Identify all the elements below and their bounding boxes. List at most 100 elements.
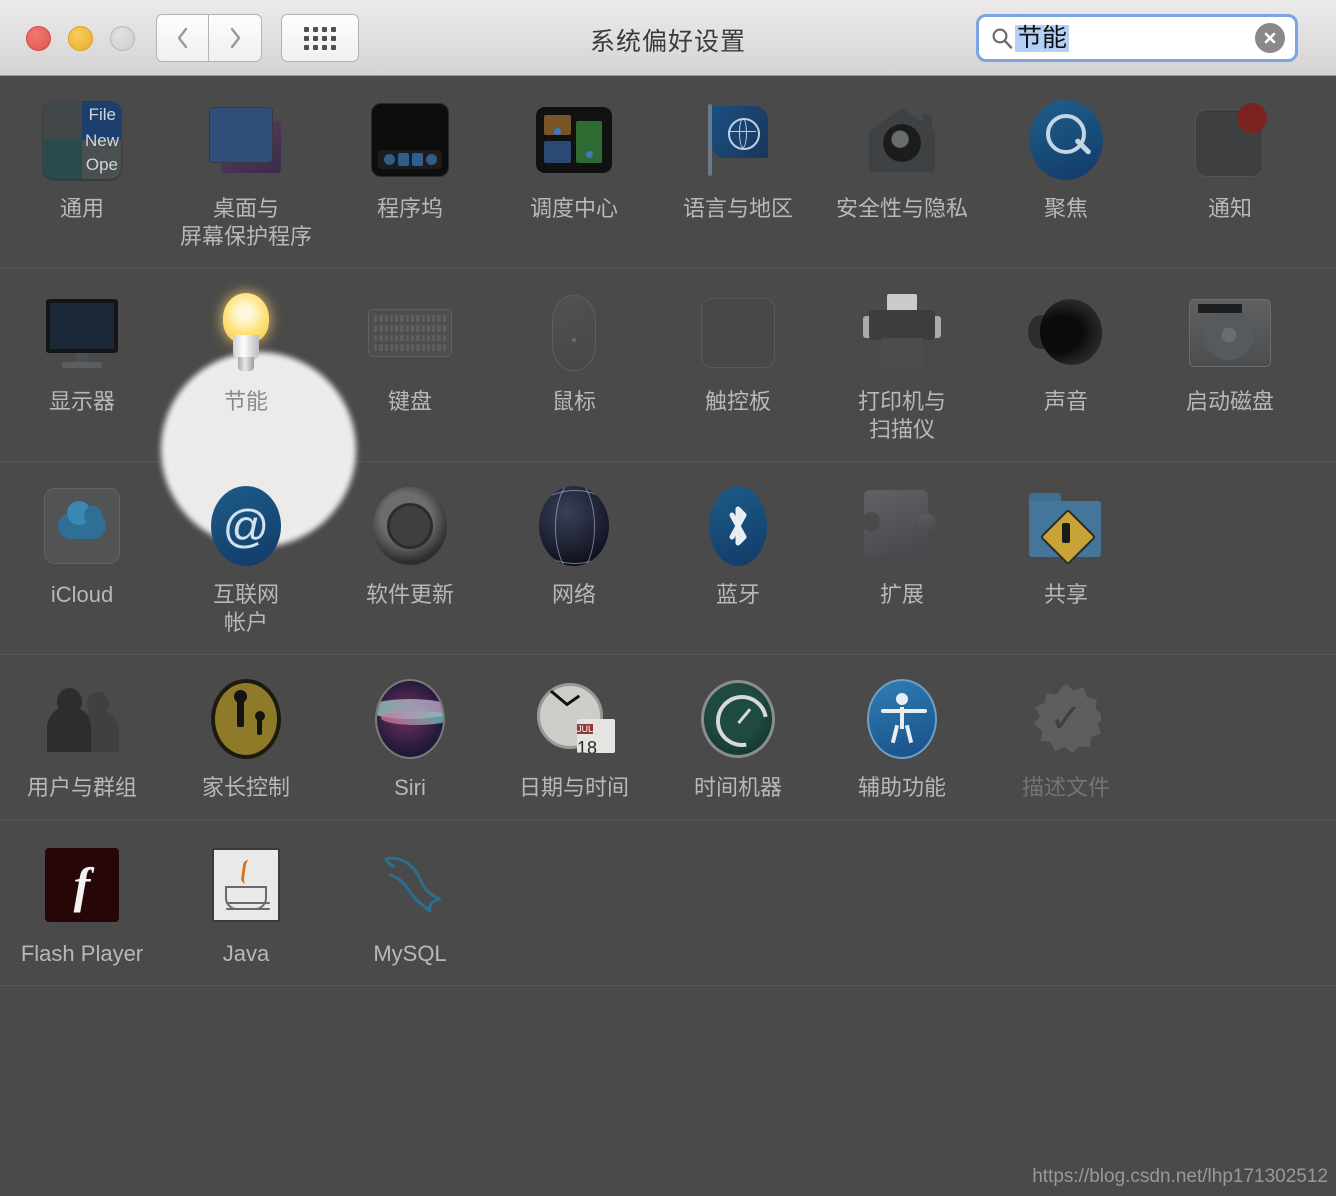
pane-icloud[interactable]: iCloud [0,484,164,636]
pane-date-time[interactable]: JUL 18 日期与时间 [492,677,656,802]
pane-sharing[interactable]: 共享 [984,484,1148,636]
pane-label: iCloud [50,582,114,607]
printers-scanners-icon [860,291,944,375]
pane-label: 软件更新 [365,582,454,607]
pane-flash-player[interactable]: f Flash Player [0,843,164,968]
pane-label: 节能 [223,389,268,414]
pane-java[interactable]: Java [164,843,328,968]
pane-label: 用户与群组 [26,775,137,800]
pane-row-items: iCloud @ 互联网 帐户 软件更新 网络 蓝牙 扩展 共享 [0,462,1336,654]
pane-users-groups[interactable]: 用户与群组 [0,677,164,802]
pane-time-machine[interactable]: 时间机器 [656,677,820,802]
pane-dock[interactable]: 程序坞 [328,98,492,250]
pane-printers-scanners[interactable]: 打印机与 扫描仪 [820,291,984,443]
displays-icon [40,291,124,375]
notification-badge [1237,103,1267,133]
clear-search-button[interactable] [1255,23,1285,53]
pane-software-update[interactable]: 软件更新 [328,484,492,636]
pane-label: 互联网 帐户 [212,582,279,635]
pane-security-privacy[interactable]: 安全性与隐私 [820,98,984,250]
system-preferences-window: 系统偏好设置 节能 File New Ope 通用 桌面与 屏幕保护程序 程序坞… [0,0,1336,1196]
calendar-month: JUL [577,724,594,734]
pane-siri[interactable]: Siri [328,677,492,802]
pane-label: 描述文件 [1021,775,1110,800]
pane-label: 共享 [1043,582,1088,607]
pane-row-items: 用户与群组 家长控制 Siri JUL 18 日期与时间 时间机器 辅助功能 ✓… [0,655,1336,820]
pane-label: MySQL [373,940,447,966]
pane-startup-disk[interactable]: 启动磁盘 [1148,291,1312,443]
pane-spotlight[interactable]: 聚焦 [984,98,1148,250]
extensions-icon [860,484,944,568]
pane-mission-control[interactable]: 调度中心 [492,98,656,250]
startup-disk-icon [1188,291,1272,375]
internet-accounts-icon: @ [204,484,288,568]
sound-icon [1024,291,1109,375]
pane-row-items: f Flash Player Java MySQL [0,821,1336,986]
pane-label: 程序坞 [376,196,443,221]
notifications-icon [1188,98,1272,182]
pane-label: 显示器 [48,389,115,414]
pane-label: 辅助功能 [857,775,946,800]
pane-bluetooth[interactable]: 蓝牙 [656,484,820,636]
pane-energy-saver[interactable]: 节能 [164,291,328,443]
mouse-icon [532,291,616,375]
desktop-screensaver-icon [204,98,288,182]
flash-player-icon: f [40,843,124,927]
profiles-icon: ✓ [1024,677,1108,761]
accessibility-icon [860,677,944,761]
siri-icon [368,677,452,761]
users-groups-icon [40,677,124,761]
pane-desktop-screensaver[interactable]: 桌面与 屏幕保护程序 [164,98,328,250]
pane-label: 通知 [1207,196,1252,221]
pane-row: 用户与群组 家长控制 Siri JUL 18 日期与时间 时间机器 辅助功能 ✓… [0,655,1336,821]
pane-language-region[interactable]: 语言与地区 [656,98,820,250]
search-field[interactable]: 节能 [976,14,1298,62]
trackpad-icon [696,291,780,375]
pane-keyboard[interactable]: 键盘 [328,291,492,443]
date-time-icon: JUL 18 [532,677,616,761]
pane-label: 键盘 [387,389,432,414]
pane-profiles: ✓ 描述文件 [984,677,1148,802]
pane-label: 调度中心 [529,196,618,221]
pane-label: 触控板 [704,389,771,414]
title-bar: 系统偏好设置 节能 [0,0,1336,76]
pane-label: 网络 [551,582,596,607]
watermark-text: https://blog.csdn.net/lhp171302512 [1032,1166,1328,1187]
search-input-value[interactable]: 节能 [1015,24,1070,52]
pane-extensions[interactable]: 扩展 [820,484,984,636]
pane-displays[interactable]: 显示器 [0,291,164,443]
pane-trackpad[interactable]: 触控板 [656,291,820,443]
pane-label: 打印机与 扫描仪 [857,389,946,442]
pane-mysql[interactable]: MySQL [328,843,492,968]
pane-label: 鼠标 [551,389,596,414]
pane-network[interactable]: 网络 [492,484,656,636]
pane-general[interactable]: File New Ope 通用 [0,98,164,250]
pane-label: 启动磁盘 [1185,389,1274,414]
mysql-icon [368,843,452,927]
pane-label: 时间机器 [693,775,782,800]
java-icon [204,843,288,927]
pane-row: File New Ope 通用 桌面与 屏幕保护程序 程序坞 调度中心 语言与地… [0,76,1336,269]
energy-saver-icon [204,291,288,375]
pane-label: 声音 [1043,389,1088,414]
pane-mouse[interactable]: 鼠标 [492,291,656,443]
time-machine-icon [696,677,780,761]
close-icon [1264,32,1276,44]
pane-label: 家长控制 [201,775,290,800]
dock-icon [368,98,452,182]
pane-label: 日期与时间 [518,775,629,800]
general-icon: File New Ope [40,98,124,182]
pane-label: 通用 [59,196,104,221]
preference-panes-area: File New Ope 通用 桌面与 屏幕保护程序 程序坞 调度中心 语言与地… [0,76,1336,1196]
pane-notifications[interactable]: 通知 [1148,98,1312,250]
pane-label: 扩展 [879,582,924,607]
pane-label: Siri [394,775,426,800]
security-privacy-icon [860,98,944,182]
calendar-day: 18 [577,738,598,753]
icloud-icon [40,484,124,568]
pane-accessibility[interactable]: 辅助功能 [820,677,984,802]
pane-internet-accounts[interactable]: @ 互联网 帐户 [164,484,328,636]
pane-label: 蓝牙 [715,582,760,607]
pane-parental-controls[interactable]: 家长控制 [164,677,328,802]
pane-sound[interactable]: 声音 [984,291,1148,443]
